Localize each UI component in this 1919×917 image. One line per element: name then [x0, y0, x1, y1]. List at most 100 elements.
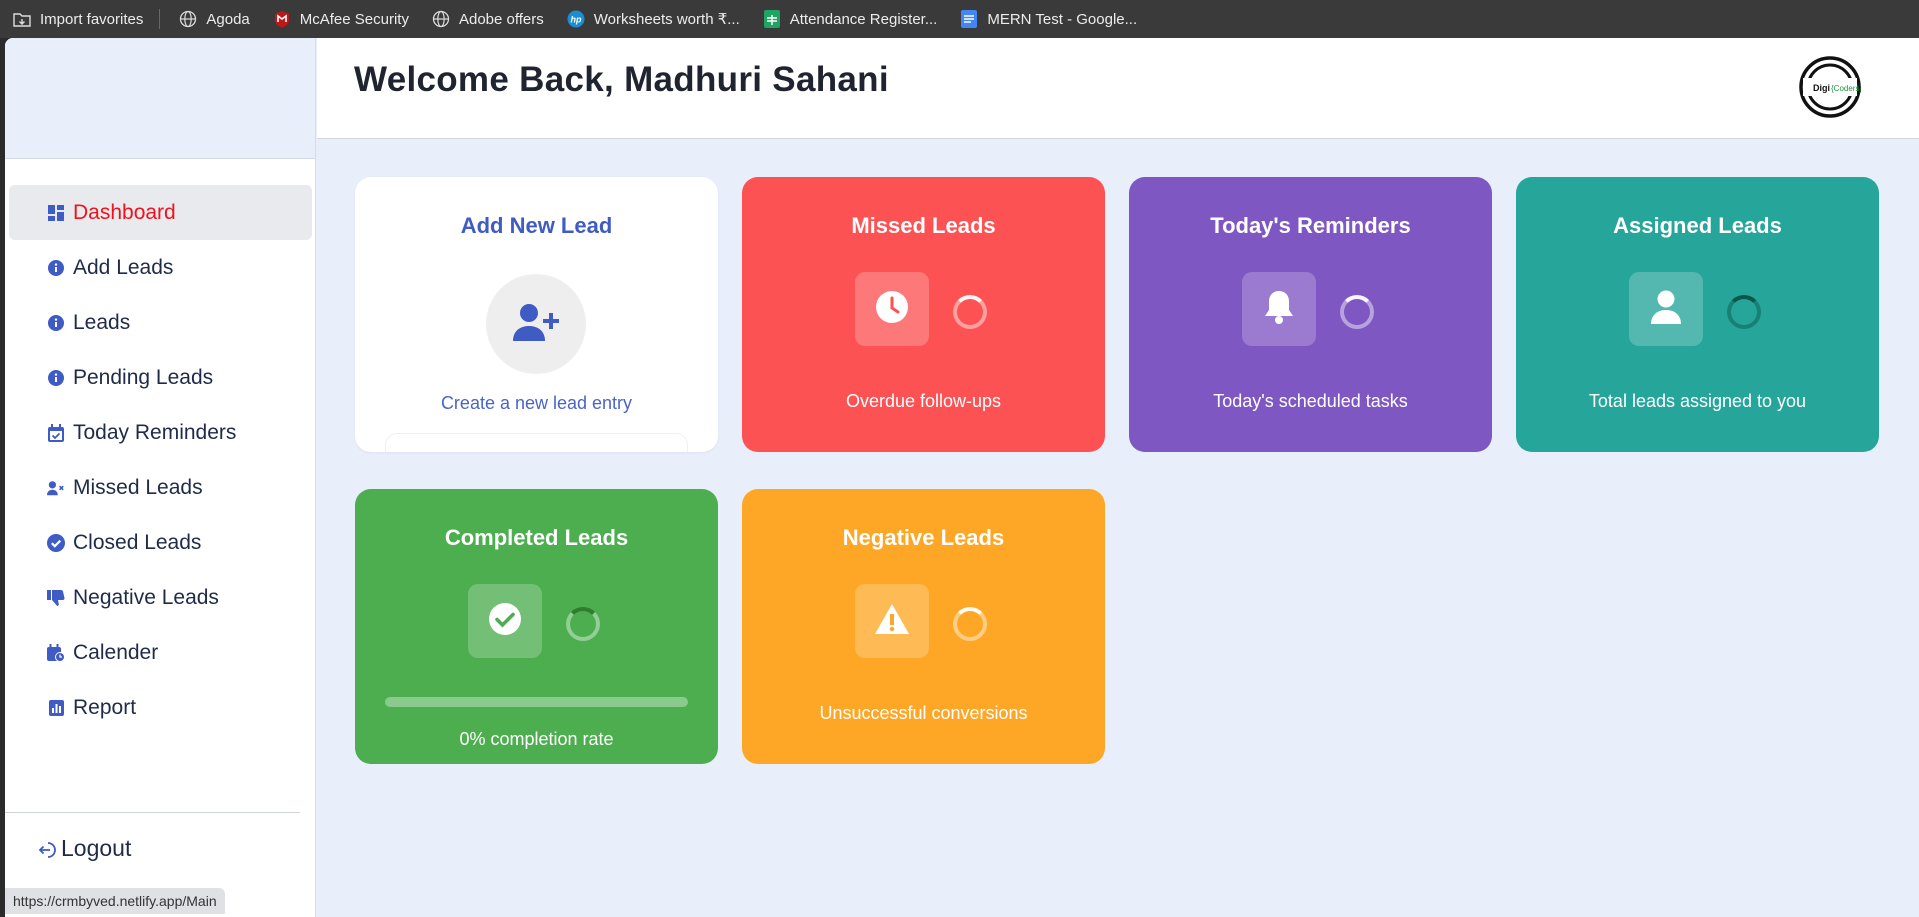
bookmark-worksheets[interactable]: hp Worksheets worth ₹... [566, 9, 740, 29]
status-bar-url: https://crmbyved.netlify.app/Main [5, 888, 225, 914]
card-icon-box [468, 584, 542, 658]
card-subtitle: 0% completion rate [459, 729, 614, 749]
sidebar-divider [5, 812, 300, 813]
clock-icon [875, 290, 909, 328]
check-circle-icon [47, 533, 65, 552]
sidebar-item-calender[interactable]: Calender [9, 625, 312, 680]
bookmark-attendance-register[interactable]: Attendance Register... [762, 9, 938, 29]
card-title: Assigned Leads [1613, 213, 1782, 238]
sidebar-item-label: Leads [73, 310, 131, 334]
bookmark-label: Adobe offers [458, 10, 544, 28]
sidebar-item-dashboard[interactable]: Dashboard [9, 185, 312, 240]
negative-leads-card[interactable]: Negative Leads Unsuccessful conversions [742, 489, 1105, 764]
bookmark-adobe-offers[interactable]: Adobe offers [431, 9, 544, 29]
sidebar-item-today-reminders[interactable]: Today Reminders [9, 405, 312, 460]
todays-reminders-card[interactable]: Today's Reminders Today's scheduled task… [1129, 177, 1492, 452]
sidebar-item-label: Dashboard [73, 200, 176, 224]
assigned-leads-card[interactable]: Assigned Leads Total leads assigned to y… [1516, 177, 1879, 452]
card-subtitle: Overdue follow-ups [845, 391, 1002, 411]
logo-text-digi: Digi [1813, 83, 1830, 93]
digicoders-logo: Digi {Coders} [1799, 56, 1862, 118]
sheets-icon [762, 9, 782, 29]
sidebar-item-label: Closed Leads [73, 530, 202, 554]
loading-spinner [1727, 295, 1761, 329]
info-icon [47, 259, 65, 277]
app-window: Dashboard Add Leads Leads Pending Leads [5, 38, 1919, 917]
sidebar-item-leads[interactable]: Leads [9, 295, 312, 350]
mcafee-icon [272, 9, 292, 29]
calendar-check-icon [47, 423, 65, 442]
sidebar-item-add-leads[interactable]: Add Leads [9, 240, 312, 295]
card-footer-outline [385, 433, 688, 452]
card-title: Today's Reminders [1210, 213, 1411, 238]
card-subtitle: Create a new lead entry [440, 393, 633, 413]
completed-leads-card[interactable]: Completed Leads 0% completion rate [355, 489, 718, 764]
card-title: Add New Lead [460, 213, 613, 238]
user-icon [1651, 290, 1681, 328]
card-title: Completed Leads [444, 525, 629, 550]
bookmark-mcafee[interactable]: McAfee Security [272, 9, 409, 29]
page-header: Welcome Back, Madhuri Sahani Digi {Coder… [317, 38, 1919, 139]
add-new-lead-card[interactable]: Add New Lead Create a new lead entry [355, 177, 718, 452]
sidebar-item-closed-leads[interactable]: Closed Leads [9, 515, 312, 570]
sidebar-nav: Dashboard Add Leads Leads Pending Leads [5, 185, 315, 735]
sidebar-header [5, 38, 315, 159]
globe-icon [178, 9, 198, 29]
loading-spinner [953, 607, 987, 641]
bookmark-label: McAfee Security [299, 10, 409, 28]
card-icon-box [855, 272, 929, 346]
docs-icon [959, 9, 979, 29]
svg-text:hp: hp [570, 15, 581, 25]
sidebar-item-label: Negative Leads [73, 585, 219, 609]
globe-icon [431, 9, 451, 29]
thumbs-down-icon [47, 589, 65, 607]
completion-progress-bar [385, 697, 688, 707]
info-icon [47, 369, 65, 387]
loading-spinner [566, 607, 600, 641]
logout-icon [37, 839, 57, 859]
user-x-icon [47, 479, 65, 497]
missed-leads-card[interactable]: Missed Leads Overdue follow-ups [742, 177, 1105, 452]
page-title: Welcome Back, Madhuri Sahani [354, 60, 889, 99]
card-title: Negative Leads [842, 525, 1005, 550]
card-subtitle: Unsuccessful conversions [819, 703, 1028, 723]
bookmark-import-favorites[interactable]: Import favorites [12, 9, 143, 29]
bookmark-label: MERN Test - Google... [987, 10, 1138, 28]
check-circle-icon [488, 602, 522, 640]
bookmark-mern-test[interactable]: MERN Test - Google... [959, 9, 1137, 29]
calendar-clock-icon [47, 643, 65, 662]
report-icon [47, 699, 65, 717]
bookmark-label: Import favorites [40, 10, 144, 28]
card-subtitle: Today's scheduled tasks [1213, 391, 1408, 411]
bookmark-label: Worksheets worth ₹... [593, 11, 740, 28]
sidebar-item-report[interactable]: Report [9, 680, 312, 735]
logo-text-coders: {Coders} [1831, 84, 1861, 93]
sidebar: Dashboard Add Leads Leads Pending Leads [5, 38, 316, 917]
import-icon [12, 9, 32, 29]
user-plus-icon [513, 303, 559, 345]
info-icon [47, 314, 65, 332]
sidebar-item-label: Pending Leads [73, 365, 214, 389]
sidebar-item-label: Today Reminders [73, 420, 237, 444]
sidebar-item-label: Calender [73, 640, 159, 664]
logout-label: Logout [61, 835, 132, 861]
card-icon-box [1629, 272, 1703, 346]
bookmarks-bar: Import favorites Agoda McAfee Security A… [0, 0, 1919, 38]
sidebar-item-negative-leads[interactable]: Negative Leads [9, 570, 312, 625]
sidebar-item-label: Add Leads [73, 255, 174, 279]
hp-icon: hp [566, 9, 586, 29]
card-icon-box [1242, 272, 1316, 346]
logout-button[interactable]: Logout [37, 835, 131, 862]
dashboard-icon [47, 204, 65, 222]
sidebar-item-pending-leads[interactable]: Pending Leads [9, 350, 312, 405]
card-subtitle: Total leads assigned to you [1588, 391, 1807, 411]
loading-spinner [1340, 295, 1374, 329]
card-title: Missed Leads [851, 213, 996, 238]
sidebar-item-label: Report [73, 695, 137, 719]
card-icon-box [855, 584, 929, 658]
sidebar-item-missed-leads[interactable]: Missed Leads [9, 460, 312, 515]
bookmark-label: Attendance Register... [789, 10, 938, 28]
sidebar-item-label: Missed Leads [73, 475, 203, 499]
bookmark-agoda[interactable]: Agoda [178, 9, 250, 29]
add-lead-button[interactable] [486, 274, 586, 374]
